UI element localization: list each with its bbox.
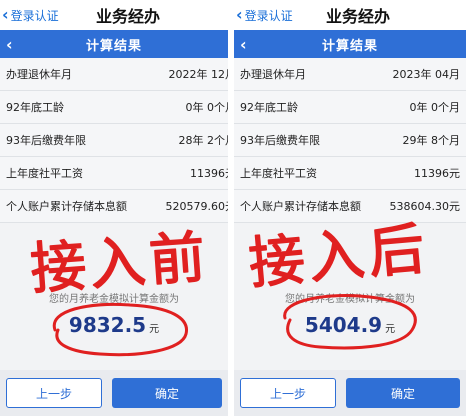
back-label: 登录认证 — [10, 8, 59, 23]
list-item: 个人账户累计存储本息额 520579.60元 — [0, 190, 228, 223]
amount-unit: 元 — [149, 324, 160, 335]
result-navbar: ‹ 计算结果 — [0, 30, 228, 58]
navbar-title: 计算结果 — [85, 38, 142, 54]
pension-amount: 9832.5 — [68, 313, 147, 337]
button-bar: 上一步 确定 — [0, 370, 228, 416]
row-value: 11396元 — [190, 167, 228, 180]
amount-unit: 元 — [385, 324, 396, 335]
row-value: 520579.60元 — [165, 200, 229, 213]
row-label: 上年度社平工资 — [6, 167, 83, 180]
row-value: 2022年 12月 — [168, 68, 229, 81]
list-item: 个人账户累计存储本息额 538604.30元 — [234, 190, 466, 223]
result-caption: 您的月养老金模拟计算金额为 — [285, 294, 415, 305]
row-label: 93年后缴费年限 — [240, 134, 320, 147]
list-item: 办理退休年月 2022年 12月 — [0, 58, 228, 91]
back-chevron-icon[interactable]: ‹ — [6, 35, 13, 54]
list-item: 92年底工龄 0年 0个月 — [234, 91, 466, 124]
page-title: 业务经办 — [96, 7, 161, 26]
row-label: 92年底工龄 — [240, 101, 298, 114]
back-chevron-icon[interactable]: ‹ — [240, 35, 247, 54]
panel-before: ‹ 登录认证 业务经办 ‹ 计算结果 办理退休年月 2022年 12月 92年底… — [0, 0, 228, 416]
row-value: 29年 8个月 — [402, 134, 461, 147]
button-bar: 上一步 确定 — [234, 370, 466, 416]
row-label: 办理退休年月 — [240, 68, 306, 81]
list-item: 93年后缴费年限 29年 8个月 — [234, 124, 466, 157]
pension-amount: 5404.9 — [304, 313, 383, 337]
row-value: 28年 2个月 — [178, 134, 229, 147]
list-item: 上年度社平工资 11396元 — [0, 157, 228, 190]
row-label: 93年后缴费年限 — [6, 134, 86, 147]
previous-step-button[interactable]: 上一步 — [240, 378, 336, 408]
row-label: 个人账户累计存储本息额 — [240, 200, 361, 213]
list-item: 办理退休年月 2023年 04月 — [234, 58, 466, 91]
row-value: 0年 0个月 — [185, 101, 229, 114]
row-value: 538604.30元 — [389, 200, 461, 213]
panel-after: ‹ 登录认证 业务经办 ‹ 计算结果 办理退休年月 2023年 04月 92年底… — [234, 0, 466, 416]
row-label: 个人账户累计存储本息额 — [6, 200, 127, 213]
row-label: 上年度社平工资 — [240, 167, 317, 180]
pension-result: 您的月养老金模拟计算金额为 9832.5 元 — [0, 290, 228, 337]
result-value: 5404.9 元 — [234, 313, 466, 337]
confirm-button[interactable]: 确定 — [346, 378, 460, 408]
app-topbar: ‹ 登录认证 业务经办 — [234, 0, 466, 30]
previous-step-button[interactable]: 上一步 — [6, 378, 102, 408]
result-list: 办理退休年月 2022年 12月 92年底工龄 0年 0个月 93年后缴费年限 … — [0, 58, 228, 223]
login-back-link[interactable]: ‹ 登录认证 — [236, 7, 293, 24]
row-label: 办理退休年月 — [6, 68, 72, 81]
list-item: 92年底工龄 0年 0个月 — [0, 91, 228, 124]
result-value: 9832.5 元 — [0, 313, 228, 337]
login-back-link[interactable]: ‹ 登录认证 — [2, 7, 59, 24]
page-title: 业务经办 — [326, 7, 391, 26]
confirm-button[interactable]: 确定 — [112, 378, 222, 408]
pension-result: 您的月养老金模拟计算金额为 5404.9 元 — [234, 290, 466, 337]
navbar-title: 计算结果 — [321, 38, 378, 54]
back-label: 登录认证 — [244, 8, 293, 23]
result-caption: 您的月养老金模拟计算金额为 — [49, 294, 179, 305]
row-value: 11396元 — [414, 167, 460, 180]
row-value: 2023年 04月 — [392, 68, 461, 81]
chevron-left-icon: ‹ — [236, 5, 243, 24]
result-navbar: ‹ 计算结果 — [234, 30, 466, 58]
row-value: 0年 0个月 — [409, 101, 461, 114]
row-label: 92年底工龄 — [6, 101, 64, 114]
list-item: 93年后缴费年限 28年 2个月 — [0, 124, 228, 157]
chevron-left-icon: ‹ — [2, 5, 9, 24]
list-item: 上年度社平工资 11396元 — [234, 157, 466, 190]
result-list: 办理退休年月 2023年 04月 92年底工龄 0年 0个月 93年后缴费年限 … — [234, 58, 466, 223]
app-topbar: ‹ 登录认证 业务经办 — [0, 0, 228, 30]
